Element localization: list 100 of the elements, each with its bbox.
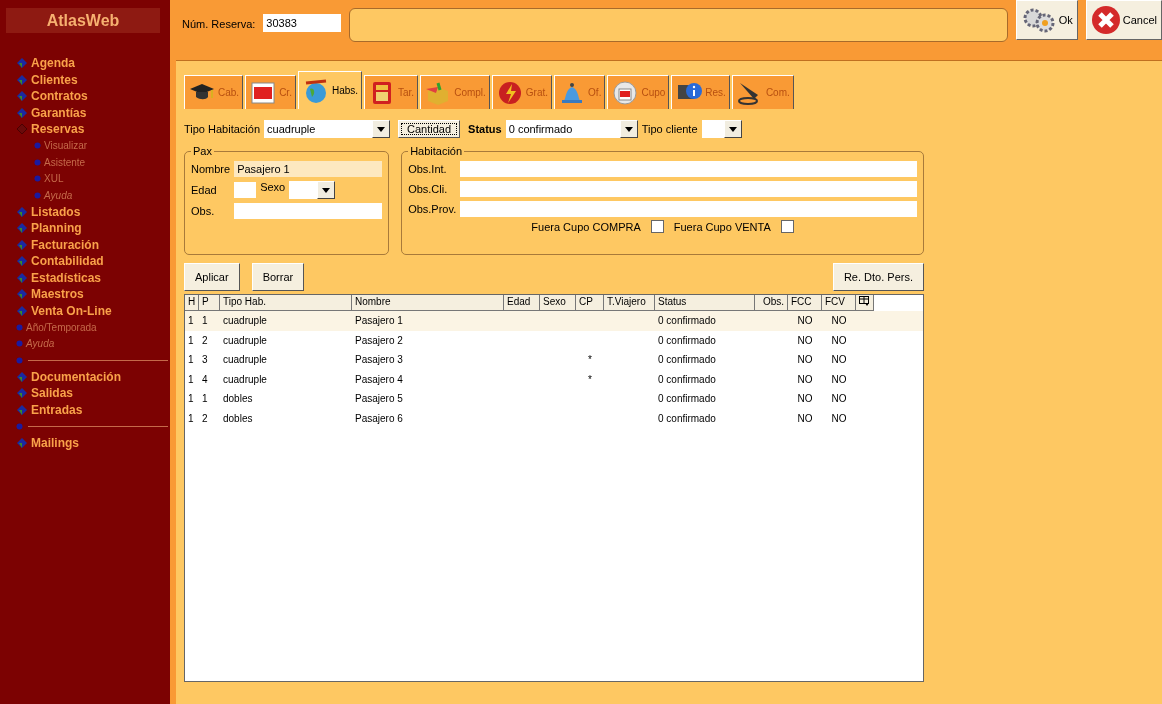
diamond-icon xyxy=(16,304,28,317)
column-header[interactable]: H xyxy=(185,295,199,311)
table-row[interactable]: 1 3 cuadruple Pasajero 3 * 0 confirmado NO NO xyxy=(185,350,923,370)
tab[interactable]: Habs. xyxy=(297,71,363,109)
diamond-icon xyxy=(16,57,28,70)
table-cell-text: cuadruple xyxy=(222,354,268,366)
menu-item[interactable]: Listados xyxy=(31,204,81,219)
table-cell-text: NO xyxy=(830,373,848,385)
close-icon xyxy=(1090,5,1121,35)
menu-item[interactable]: Facturación xyxy=(31,237,99,252)
column-header[interactable]: P xyxy=(199,295,220,311)
delete-button[interactable]: Borrar xyxy=(251,263,305,291)
menu-item[interactable]: Reservas xyxy=(31,122,85,137)
field-label: Edad xyxy=(191,184,218,196)
cancel-button[interactable]: Cancel xyxy=(1085,0,1162,40)
table-cell-text: 3 xyxy=(201,354,209,366)
column-header[interactable]: FCV xyxy=(822,295,856,311)
checkbox[interactable] xyxy=(650,220,664,233)
column-header[interactable]: CP xyxy=(576,295,604,311)
column-header[interactable]: Obs. xyxy=(755,295,788,311)
dot-icon xyxy=(34,142,41,150)
table-row[interactable]: 1 2 dobles Pasajero 6 0 confirmado NO NO xyxy=(185,408,923,428)
discount-button[interactable]: Re. Dto. Pers. xyxy=(832,263,924,291)
column-header[interactable]: FCC xyxy=(788,295,822,311)
menu-item[interactable]: Contabilidad xyxy=(31,254,104,269)
table-cell-text: 0 confirmado xyxy=(657,315,717,327)
dot-icon xyxy=(16,356,23,364)
menu-item[interactable]: Planning xyxy=(31,221,82,236)
reservation-field[interactable]: 30383 xyxy=(263,14,342,32)
calendar-icon xyxy=(611,78,640,107)
table-cell-text: NO xyxy=(830,315,848,327)
apply-button[interactable]: Aplicar xyxy=(184,263,240,291)
table-cell-text: 0 confirmado xyxy=(657,354,717,366)
dot-icon xyxy=(16,422,23,430)
room-type-dropdown[interactable]: cuadruple xyxy=(264,120,391,138)
menu-item[interactable]: Maestros xyxy=(31,287,84,302)
menu-item[interactable]: Ayuda xyxy=(44,189,73,201)
table-cell-text: NO xyxy=(796,373,814,385)
table-cell-text: 1 xyxy=(201,315,209,327)
table-cell-text: NO xyxy=(830,393,848,405)
menu-item[interactable]: Visualizar xyxy=(44,140,88,152)
table-cell-text: 0 confirmado xyxy=(657,393,717,405)
table-cell-text: Pasajero 3 xyxy=(354,354,404,366)
diamond-icon xyxy=(16,255,28,268)
status-dropdown[interactable]: 0 confirmado xyxy=(505,120,638,138)
diamond-icon xyxy=(16,288,28,301)
table-cell-text: Pasajero 6 xyxy=(354,412,404,424)
checkbox[interactable] xyxy=(780,220,794,233)
notes-field[interactable] xyxy=(234,203,383,219)
table-row[interactable]: 1 1 dobles Pasajero 5 0 confirmado NO NO xyxy=(185,389,923,409)
menu-item[interactable]: Año/Temporada xyxy=(26,321,97,333)
menu-item[interactable]: Contratos xyxy=(31,89,88,104)
table-row[interactable]: 1 4 cuadruple Pasajero 4 * 0 confirmado NO NO xyxy=(185,369,923,389)
menu-item[interactable]: Entradas xyxy=(31,402,83,417)
menu-item[interactable]: Ayuda xyxy=(26,338,55,350)
dot-icon xyxy=(34,175,41,183)
menu-item[interactable]: Salidas xyxy=(31,386,74,401)
column-header[interactable]: Nombre xyxy=(352,295,504,311)
sex-dropdown[interactable] xyxy=(289,181,336,199)
menu-item[interactable]: Mailings xyxy=(31,435,79,450)
menu-item[interactable]: Clientes xyxy=(31,72,78,87)
column-header[interactable]: T.Viajero xyxy=(604,295,655,311)
menu-item[interactable]: Agenda xyxy=(31,56,75,71)
table-row[interactable]: 1 1 cuadruple Pasajero 1 0 confirmado NO NO xyxy=(185,311,923,331)
ok-button[interactable]: Ok xyxy=(1015,0,1078,40)
column-header[interactable]: Status xyxy=(655,295,755,311)
checkbox-label: Fuera Cupo COMPRA xyxy=(531,220,641,233)
menu-item[interactable]: Garantías xyxy=(31,105,87,120)
client-type-dropdown[interactable] xyxy=(701,120,742,138)
diamond-icon xyxy=(16,403,28,416)
column-header[interactable]: Edad xyxy=(504,295,540,311)
name-field[interactable]: Pasajero 1 xyxy=(234,161,383,177)
quantity-button[interactable]: Cantidad xyxy=(398,120,461,138)
menu-item[interactable]: Documentación xyxy=(31,369,121,384)
menu-item[interactable]: Venta On-Line xyxy=(31,303,112,318)
diamond-icon xyxy=(16,90,28,103)
column-header[interactable]: Tipo Hab. xyxy=(220,295,352,311)
dot-icon xyxy=(16,323,23,331)
table-cell-text: NO xyxy=(830,412,848,424)
table-cell-text: Pasajero 5 xyxy=(354,393,404,405)
field-label: Sexo xyxy=(260,181,286,193)
column-header[interactable]: Sexo xyxy=(540,295,576,311)
age-field[interactable] xyxy=(234,182,257,198)
menu-item[interactable]: Estadísticas xyxy=(31,270,102,285)
menu-item[interactable]: Asistente xyxy=(44,156,86,168)
table-cell-text: NO xyxy=(796,334,814,346)
menu-item[interactable]: XUL xyxy=(44,173,64,185)
notes-field[interactable] xyxy=(460,201,917,217)
table-cell-text: 1 xyxy=(201,393,209,405)
table-cell-text: 2 xyxy=(201,334,209,346)
table-row[interactable]: 1 2 cuadruple Pasajero 2 0 confirmado NO NO xyxy=(185,330,923,350)
field-label: Obs.Cli. xyxy=(408,183,449,195)
diamond-icon xyxy=(16,387,28,400)
table-cell-text: cuadruple xyxy=(222,334,268,346)
dot-icon xyxy=(16,340,23,348)
notes-field[interactable] xyxy=(460,181,917,197)
table-cell-text: dobles xyxy=(222,412,254,424)
field-label: Tipo Habitación xyxy=(184,123,261,135)
notes-field[interactable] xyxy=(460,161,917,177)
diamond-icon xyxy=(16,205,28,218)
